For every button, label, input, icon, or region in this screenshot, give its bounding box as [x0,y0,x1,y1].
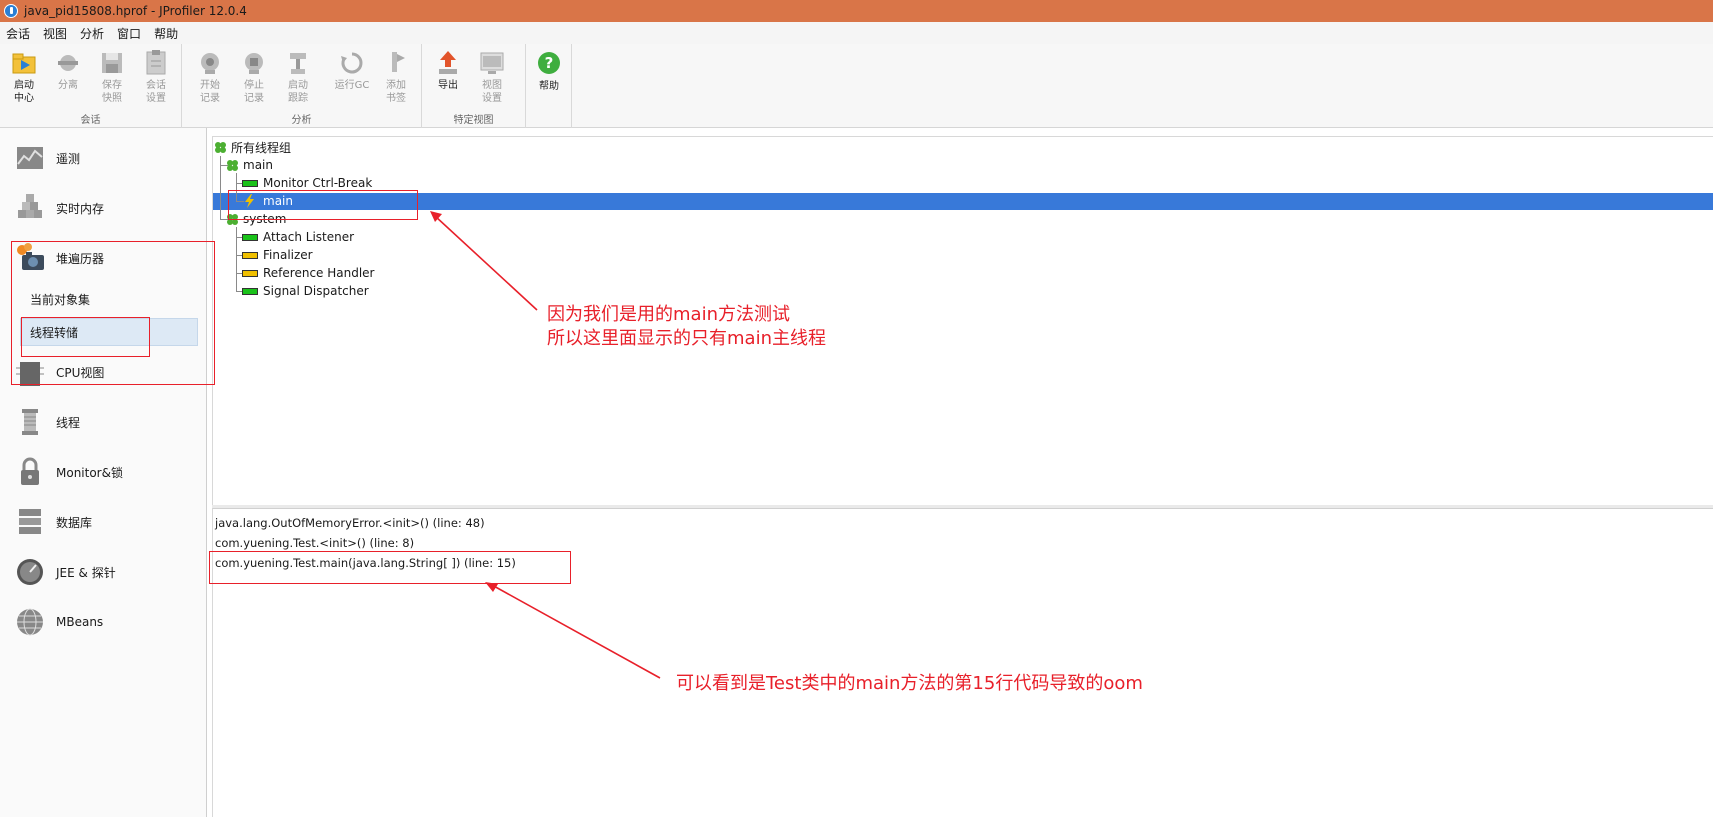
svg-text:?: ? [545,54,554,72]
sidebar-item-databases[interactable]: 数据库 [14,502,199,542]
toolbar: 启动 中心 分离 保存 快照 会话 设置 会话 开始 记录 停止 记录 启动 跟… [0,44,1713,128]
selected-row-highlight [213,193,1713,210]
detach-icon [58,55,78,71]
detach-button[interactable]: 分离 [48,48,88,108]
toolbar-group-label-session: 会话 [80,115,101,126]
tree-node-thread[interactable]: Signal Dispatcher [242,282,369,300]
tree-node-group-main[interactable]: main [226,156,273,174]
toolbar-group-label-analyze: 分析 [291,115,312,126]
annotation-note-line2: 所以这里面显示的只有main主线程 [547,328,826,349]
thread-running-icon [242,233,258,241]
toolbar-group-analyze: 开始 记录 停止 记录 启动 跟踪 运行GC 添加 书签 分析 [182,44,422,128]
start-center-icon [12,53,36,74]
thread-waiting-icon [242,269,258,277]
sidebar-item-monitors-locks[interactable]: Monitor&锁 [14,452,199,492]
toolbar-group-help: ? 帮助 [526,44,572,128]
sidebar-item-jee-probes[interactable]: JEE & 探针 [14,552,199,592]
tree-node-thread[interactable]: Attach Listener [242,228,354,246]
thread-running-icon [242,287,258,295]
help-icon: ? [538,52,560,74]
threads-icon [22,409,38,435]
sidebar-item-threads[interactable]: 线程 [14,402,199,442]
thread-group-icon [227,159,238,171]
stop-recording-icon [245,53,263,74]
sidebar-item-telemetry[interactable]: 遥测 [14,138,199,178]
tree-node-thread[interactable]: Finalizer [242,246,313,264]
menu-view[interactable]: 视图 [43,25,67,42]
run-gc-icon [341,52,363,74]
annotation-box-heap-walker [11,241,215,385]
annotation-box-main-thread [228,190,418,220]
annotation-note-line1: 因为我们是用的main方法测试 [547,304,790,325]
session-settings-icon [146,50,166,75]
add-bookmark-icon [392,52,405,72]
stack-frame[interactable]: com.yuening.Test.<init>() (line: 8) [215,536,414,550]
menu-help[interactable]: 帮助 [154,25,178,42]
view-settings-icon [480,52,504,74]
menu-session[interactable]: 会话 [6,25,30,42]
menu-window[interactable]: 窗口 [117,25,141,42]
export-icon [439,51,457,74]
annotation-note-oom: 可以看到是Test类中的main方法的第15行代码导致的oom [676,673,1143,694]
thread-tree-pane [212,136,1713,507]
thread-waiting-icon [242,251,258,259]
export-button[interactable]: 导出 [428,48,468,108]
save-snapshot-icon [102,53,122,73]
thread-running-icon [242,179,258,187]
window-title: java_pid15808.hprof - JProfiler 12.0.4 [24,4,247,18]
menu-bar: 会话 视图 分析 窗口 帮助 [0,22,1713,44]
telemetry-icon [17,147,43,169]
stack-frame[interactable]: java.lang.OutOfMemoryError.<init>() (lin… [215,516,485,530]
tree-node-thread[interactable]: Reference Handler [242,264,375,282]
monitor-lock-icon [21,457,39,485]
thread-group-icon [215,141,226,153]
toolbar-group-label-view-specific: 特定视图 [453,115,494,126]
sidebar: 遥测 实时内存 堆遍历器 当前对象集 线程转储 CPU视图 线程 Monitor… [0,128,207,817]
run-gc-button[interactable]: 运行GC [330,48,374,108]
live-memory-icon [18,194,42,218]
annotation-box-stack-frame [209,551,571,584]
sidebar-item-live-memory[interactable]: 实时内存 [14,188,199,228]
mbeans-icon [17,608,43,636]
toolbar-group-session: 启动 中心 分离 保存 快照 会话 设置 会话 [0,44,182,128]
annotation-box-thread-dump [21,317,150,357]
menu-analyze[interactable]: 分析 [80,25,104,42]
session-settings-button[interactable]: 会话 设置 [136,48,176,108]
start-tracking-icon [290,53,306,74]
help-button[interactable]: ? 帮助 [529,48,569,108]
title-bar: java_pid15808.hprof - JProfiler 12.0.4 [0,0,1713,22]
add-bookmark-button[interactable]: 添加 书签 [376,48,416,108]
jee-probes-icon [17,559,43,585]
tree-node-all-thread-groups[interactable]: 所有线程组 [214,138,291,156]
sidebar-item-mbeans[interactable]: MBeans [14,602,199,642]
jprofiler-app-icon [4,4,18,18]
toolbar-group-view-specific: 导出 视图 设置 特定视图 [422,44,526,128]
database-icon [19,509,41,534]
save-snapshot-button[interactable]: 保存 快照 [92,48,132,108]
start-center-button[interactable]: 启动 中心 [4,48,44,108]
view-settings-button[interactable]: 视图 设置 [472,48,512,108]
start-recording-button[interactable]: 开始 记录 [190,48,230,108]
start-tracking-button[interactable]: 启动 跟踪 [278,48,318,108]
start-recording-icon [201,53,219,74]
stop-recording-button[interactable]: 停止 记录 [234,48,274,108]
